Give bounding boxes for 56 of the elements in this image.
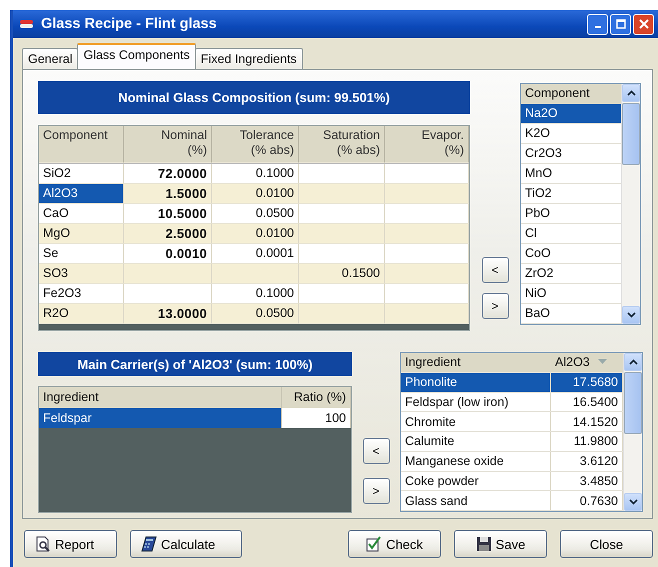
scroll-up-button[interactable]	[624, 353, 642, 371]
scrollbar-thumb[interactable]	[622, 103, 640, 165]
dialog-button[interactable]: Close	[560, 530, 653, 558]
checklist-icon	[366, 536, 382, 552]
calculator-icon	[141, 536, 157, 552]
tab[interactable]: General	[22, 48, 78, 69]
column-header[interactable]: Component	[521, 84, 621, 104]
list-item[interactable]: Coke powder	[401, 472, 551, 490]
column-header[interactable]: Ingredient	[401, 353, 551, 372]
move-button[interactable]: <	[482, 257, 508, 283]
section-header: Nominal Glass Composition (sum: 99.501%)	[38, 81, 470, 114]
dialog-button[interactable]: Check	[348, 530, 441, 558]
maximize-button[interactable]	[610, 14, 631, 34]
scrollbar[interactable]	[621, 84, 640, 324]
move-button[interactable]: >	[482, 293, 508, 319]
column-header[interactable]: Tolerance (% abs)	[212, 126, 299, 163]
scroll-up-button[interactable]	[622, 84, 640, 102]
scrollbar[interactable]	[623, 353, 642, 511]
column-header[interactable]: Component	[39, 126, 124, 163]
list-item[interactable]: Phonolite	[401, 372, 551, 392]
section-header: Main Carrier(s) of 'Al2O3' (sum: 100%)	[38, 352, 352, 376]
chevron-down-icon	[626, 312, 636, 318]
dialog-button[interactable]: Save	[454, 530, 547, 558]
tab[interactable]: Glass Components	[77, 43, 196, 69]
window-title: Glass Recipe - Flint glass	[41, 16, 218, 32]
chevron-up-icon	[626, 90, 636, 96]
list-item[interactable]: Na2O	[521, 104, 621, 124]
list-item[interactable]: Glass sand	[401, 491, 551, 510]
minimize-button[interactable]	[587, 14, 608, 34]
chevron-down-icon	[628, 499, 638, 505]
list-item[interactable]: Feldspar (low iron)	[401, 392, 551, 412]
sort-icon	[598, 359, 607, 366]
minimize-icon	[594, 26, 600, 28]
close-button[interactable]	[633, 14, 654, 34]
dialog-button[interactable]: Calculate	[130, 530, 242, 558]
chevron-up-icon	[628, 359, 638, 365]
move-button[interactable]: <	[362, 438, 390, 464]
column-header[interactable]: Evapor. (%)	[385, 126, 469, 163]
dialog-button[interactable]: Report	[24, 530, 117, 558]
scrollbar-thumb[interactable]	[624, 372, 642, 434]
close-icon	[638, 19, 648, 29]
maximize-icon	[616, 19, 626, 29]
component-cell[interactable]: Al2O3	[39, 184, 124, 204]
column-header[interactable]: Saturation (% abs)	[299, 126, 385, 163]
list-item[interactable]: Manganese oxide	[401, 452, 551, 470]
scroll-down-button[interactable]	[622, 306, 640, 324]
report-icon	[35, 536, 51, 552]
move-button[interactable]: >	[362, 478, 390, 504]
list-item[interactable]: Calumite	[401, 432, 551, 451]
scroll-down-button[interactable]	[624, 493, 642, 511]
column-header[interactable]: Nominal (%)	[124, 126, 212, 163]
ingredient-cell[interactable]: Feldspar	[39, 408, 282, 428]
table-cell: 100	[282, 408, 351, 428]
app-icon	[19, 18, 35, 30]
list-item[interactable]: Chromite	[401, 412, 551, 431]
tab[interactable]: Fixed Ingredients	[194, 48, 303, 69]
